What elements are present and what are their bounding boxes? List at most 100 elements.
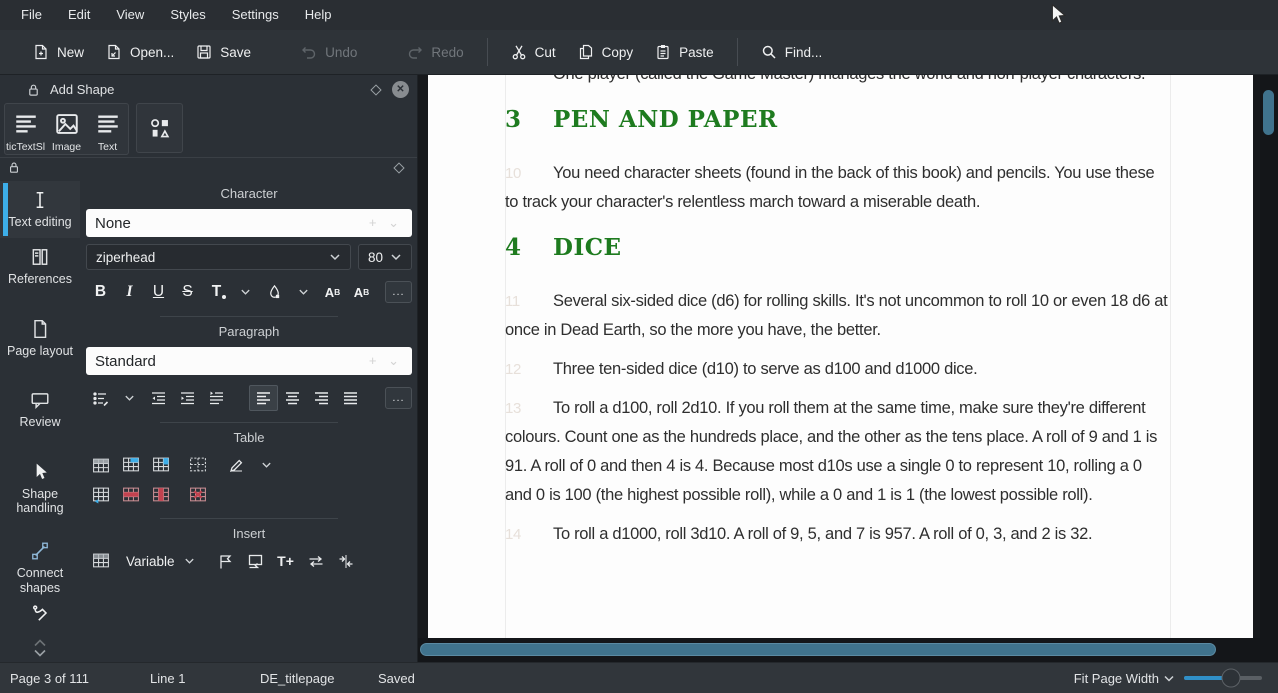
delete-column-button[interactable] [146, 483, 176, 507]
align-left-button[interactable] [249, 385, 278, 411]
tab-shape-handling[interactable]: Shape handling [0, 453, 80, 525]
highlight-color-button[interactable] [260, 279, 289, 305]
tab-text-editing[interactable]: Text editing [0, 181, 80, 238]
document-canvas[interactable]: One player (called the Game Master) mana… [418, 75, 1278, 662]
split-cells-button[interactable] [86, 483, 116, 507]
tab-connect-shapes[interactable]: Connect shapes [0, 532, 80, 604]
document-paragraph[interactable]: 11Several six-sided dice (d6) for rollin… [505, 287, 1170, 345]
vertical-scrollbar-thumb[interactable] [1263, 90, 1274, 135]
menu-help[interactable]: Help [292, 0, 345, 30]
document-heading[interactable]: 4DICE [505, 233, 1170, 263]
tab-review[interactable]: Review [0, 381, 80, 438]
insert-wrap-arrows-button[interactable] [331, 549, 361, 573]
horizontal-scrollbar-thumb[interactable] [420, 643, 1216, 656]
tab-freehand-partial[interactable] [0, 604, 80, 628]
font-family-combo[interactable]: ziperhead [86, 244, 351, 270]
first-line-indent-button[interactable] [202, 385, 231, 411]
undo-button[interactable]: Undo [290, 38, 368, 66]
document-paragraph[interactable]: 13To roll a d100, roll 2d10. If you roll… [505, 394, 1170, 510]
paste-button[interactable]: Paste [644, 38, 725, 66]
insert-row-below-button[interactable] [116, 453, 146, 477]
paragraph-more-button[interactable]: ... [385, 387, 412, 409]
float-docker-icon[interactable] [393, 162, 404, 173]
float-docker-icon[interactable] [370, 84, 381, 95]
insert-column-button[interactable] [146, 453, 176, 477]
style-indicator[interactable]: DE_titlepage [260, 671, 378, 686]
zoom-slider[interactable] [1184, 676, 1262, 680]
close-docker-icon[interactable]: ✕ [392, 81, 409, 98]
find-button[interactable]: Find... [750, 38, 834, 66]
horizontal-scrollbar[interactable] [418, 638, 1278, 662]
artistic-text-shape-button[interactable]: ticTextSl [5, 104, 46, 154]
align-right-button[interactable] [307, 385, 336, 411]
document-content[interactable]: One player (called the Game Master) mana… [505, 75, 1170, 559]
table-pen-button[interactable] [221, 453, 251, 477]
insert-bookmark-button[interactable] [211, 549, 241, 573]
menu-styles[interactable]: Styles [157, 0, 218, 30]
insert-row-above-button[interactable] [86, 453, 116, 477]
character-more-button[interactable]: ... [385, 281, 412, 303]
list-style-chevron-icon[interactable] [115, 385, 144, 411]
scroll-up-icon[interactable] [32, 638, 48, 648]
table-pen-chevron-icon[interactable] [251, 453, 281, 477]
italic-button[interactable]: I [115, 279, 144, 305]
combo-plus-chevron-icons[interactable]: + ⌄ [369, 215, 403, 231]
more-shapes-button[interactable] [136, 103, 183, 153]
references-icon [30, 247, 50, 267]
delete-table-button[interactable] [183, 483, 213, 507]
lock-icon[interactable] [27, 83, 40, 97]
document-paragraph[interactable]: One player (called the Game Master) mana… [505, 75, 1170, 89]
document-page[interactable]: One player (called the Game Master) mana… [428, 75, 1253, 638]
open-button[interactable]: Open... [95, 38, 185, 66]
superscript-button[interactable]: AB [318, 279, 347, 305]
image-shape-button[interactable]: Image [46, 104, 87, 154]
redo-button[interactable]: Redo [396, 38, 474, 66]
highlight-chevron-icon[interactable] [289, 279, 318, 305]
insert-variable-label[interactable]: Variable [126, 554, 175, 569]
tab-page-layout[interactable]: Page layout [0, 310, 80, 367]
zoom-mode-chevron-icon[interactable] [1163, 674, 1175, 683]
align-justify-button[interactable] [336, 385, 365, 411]
bold-button[interactable]: B [86, 279, 115, 305]
copy-button[interactable]: Copy [567, 38, 645, 66]
cut-button[interactable]: Cut [500, 38, 567, 66]
font-color-button[interactable]: T [202, 279, 231, 305]
document-paragraph[interactable]: 14To roll a d1000, roll 3d10. A roll of … [505, 520, 1170, 549]
align-center-button[interactable] [278, 385, 307, 411]
combo-plus-chevron-icons[interactable]: + ⌄ [369, 353, 403, 369]
menu-edit[interactable]: Edit [55, 0, 103, 30]
list-style-button[interactable] [86, 385, 115, 411]
font-color-chevron-icon[interactable] [231, 279, 260, 305]
document-paragraph[interactable]: 10You need character sheets (found in th… [505, 159, 1170, 217]
save-button[interactable]: Save [185, 38, 262, 66]
variable-chevron-icon[interactable] [179, 549, 201, 573]
document-paragraph[interactable]: 12Three ten-sided dice (d10) to serve as… [505, 355, 1170, 384]
underline-button[interactable]: U [144, 279, 173, 305]
tab-references[interactable]: References [0, 238, 80, 295]
insert-section-button[interactable] [241, 549, 271, 573]
increase-indent-button[interactable] [173, 385, 202, 411]
font-size-combo[interactable]: 80 [358, 244, 412, 270]
menu-file[interactable]: File [8, 0, 55, 30]
insert-horizontal-arrows-button[interactable] [301, 549, 331, 573]
lock-icon[interactable] [8, 161, 20, 174]
strikethrough-button[interactable]: S [173, 279, 202, 305]
table-borders-button[interactable] [183, 453, 213, 477]
zoom-slider-handle[interactable] [1221, 669, 1240, 688]
page-indicator[interactable]: Page 3 of 111 [10, 671, 150, 686]
zoom-mode-dropdown[interactable]: Fit Page Width [1074, 671, 1159, 686]
text-shape-button[interactable]: Text [87, 104, 128, 154]
scroll-down-icon[interactable] [32, 648, 48, 658]
new-button[interactable]: New [22, 38, 95, 66]
subscript-button[interactable]: AB [347, 279, 376, 305]
insert-textbox-button[interactable]: T+ [271, 549, 301, 573]
decrease-indent-button[interactable] [144, 385, 173, 411]
character-style-combo[interactable]: None + ⌄ [86, 209, 412, 237]
vertical-scrollbar[interactable] [1260, 75, 1278, 638]
insert-table-button[interactable] [86, 549, 116, 573]
paragraph-style-combo[interactable]: Standard + ⌄ [86, 347, 412, 375]
delete-row-button[interactable] [116, 483, 146, 507]
menu-view[interactable]: View [103, 0, 157, 30]
menu-settings[interactable]: Settings [219, 0, 292, 30]
document-heading[interactable]: 3PEN AND PAPER [505, 105, 1170, 135]
